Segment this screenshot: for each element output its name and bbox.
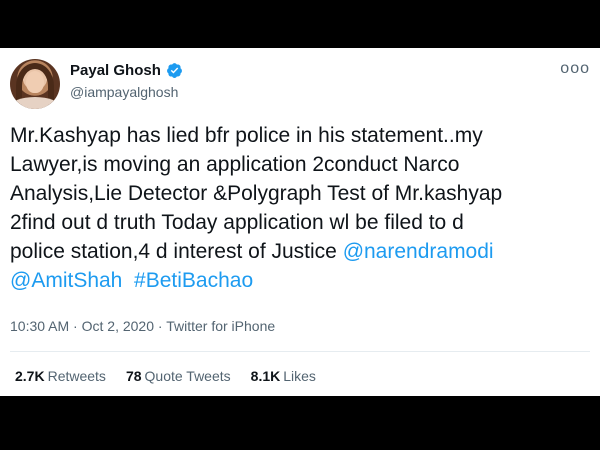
quote-tweets-count: 78	[125, 368, 142, 384]
quote-tweets-stat[interactable]: 78 Quote Tweets	[126, 368, 231, 384]
mention-amitshah-link[interactable]: @AmitShah	[10, 269, 122, 292]
mention-narendramodi-link[interactable]: @narendramodi	[343, 240, 494, 263]
tweet-date[interactable]: Oct 2, 2020	[82, 318, 154, 334]
tweet-source-link[interactable]: Twitter for iPhone	[166, 318, 275, 334]
avatar[interactable]	[10, 59, 60, 109]
meta-separator: ·	[69, 318, 82, 334]
divider	[10, 351, 590, 352]
tweet-line-3: Analysis,Lie Detector &Polygraph Test of…	[10, 182, 503, 205]
quote-tweets-label: Quote Tweets	[144, 368, 231, 384]
meta-separator: ·	[154, 318, 167, 334]
retweets-stat[interactable]: 2.7K Retweets	[15, 368, 106, 384]
tweet-line-5: police station,4 d interest of Justice	[10, 240, 343, 263]
tweet-text: Mr.Kashyap has lied bfr police in his st…	[10, 121, 595, 295]
author-name-row: Payal Ghosh	[70, 62, 183, 79]
likes-count: 8.1K	[250, 368, 281, 384]
more-options-icon[interactable]: ooo	[560, 60, 590, 78]
author-display-name[interactable]: Payal Ghosh	[70, 62, 161, 79]
retweets-label: Retweets	[47, 368, 106, 384]
verified-badge-icon	[166, 63, 182, 78]
tweet-line-2: Lawyer,is moving an application 2conduct…	[10, 153, 460, 176]
author-handle[interactable]: @iampayalghosh	[70, 84, 178, 100]
tweet-line-1: Mr.Kashyap has lied bfr police in his st…	[10, 124, 483, 147]
likes-stat[interactable]: 8.1K Likes	[251, 368, 316, 384]
likes-label: Likes	[283, 368, 316, 384]
tweet-stats: 2.7K Retweets 78 Quote Tweets 8.1K Likes	[15, 368, 316, 384]
retweets-count: 2.7K	[15, 368, 45, 384]
hashtag-betibachao-link[interactable]: #BetiBachao	[134, 269, 253, 292]
tweet-meta: 10:30 AM · Oct 2, 2020 · Twitter for iPh…	[10, 318, 275, 334]
avatar-face	[26, 71, 44, 93]
tweet-card: Payal Ghosh @iampayalghosh ooo Mr.Kashya…	[0, 48, 600, 396]
tweet-line-4: 2find out d truth Today application wl b…	[10, 211, 464, 234]
tweet-time[interactable]: 10:30 AM	[10, 318, 69, 334]
